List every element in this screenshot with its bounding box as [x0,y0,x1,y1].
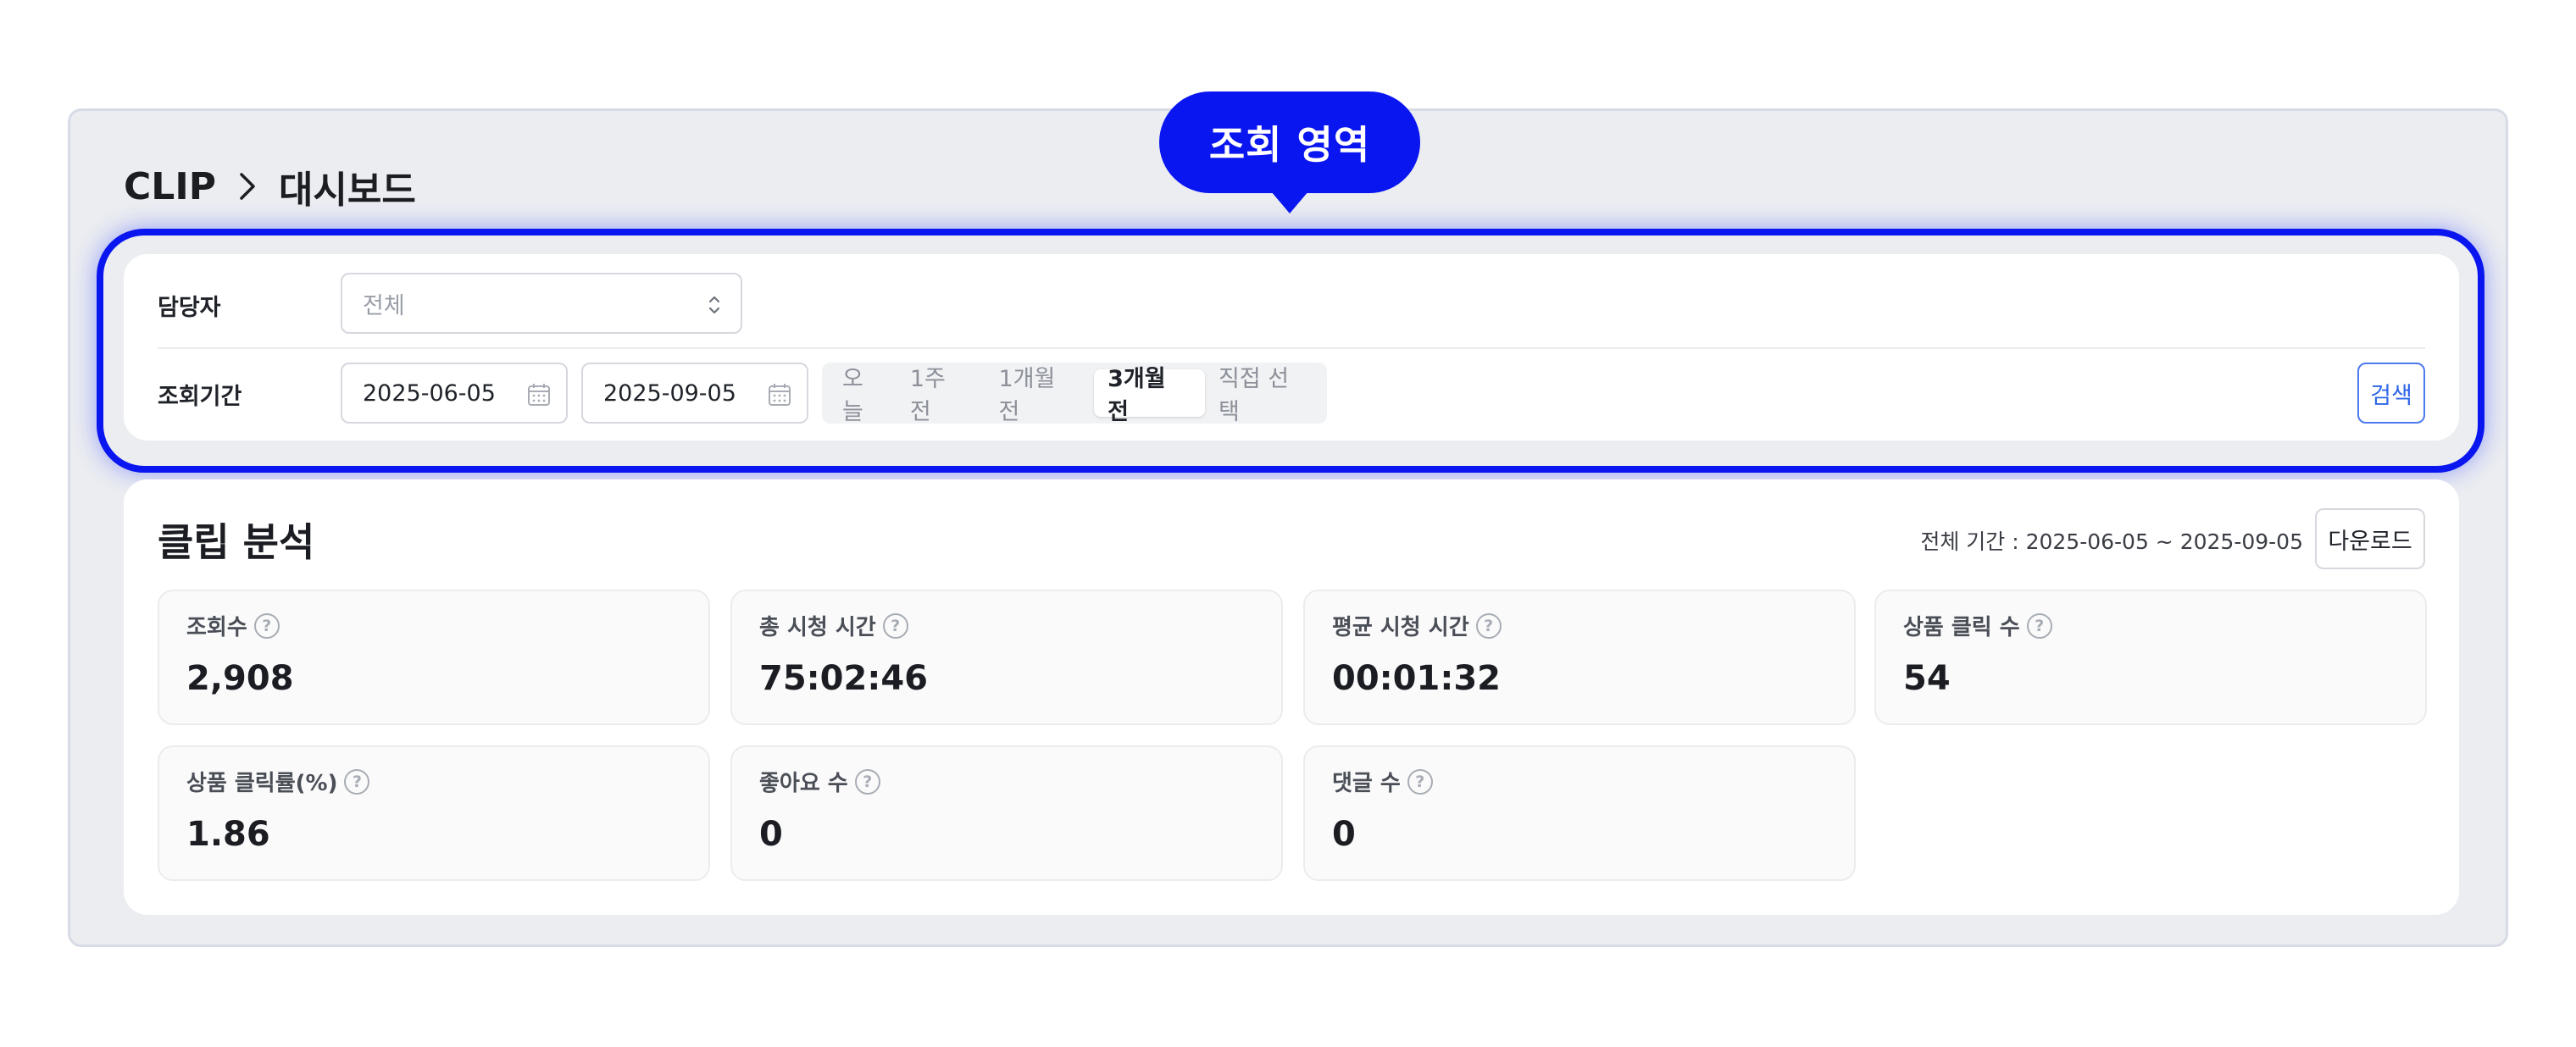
chevron-up-down-icon [708,296,720,314]
metric-label: 총 시청 시간 [759,615,876,640]
metric-label: 조회수 [186,615,247,640]
quick-range-segment: 오늘 1주 전 1개월 전 3개월 전 직접 선택 [822,363,1327,425]
metric-value: 75:02:46 [759,659,928,698]
download-button[interactable]: 다운로드 [2315,508,2425,569]
manager-label: 담당자 [158,295,221,321]
metric-card-product-ctr: 상품 클릭률(%)? 1.86 [158,745,710,881]
start-date-value: 2025-06-05 [363,379,496,407]
search-button[interactable]: 검색 [2357,363,2425,424]
calendar-icon [769,384,791,406]
period-label: 조회기간 [158,384,242,410]
metric-label: 평균 시청 시간 [1332,615,1469,640]
metric-card-avg-watch-time: 평균 시청 시간? 00:01:32 [1303,590,1856,725]
metric-card-likes: 좋아요 수? 0 [730,745,1283,881]
manager-select[interactable]: 전체 [341,273,742,334]
help-icon[interactable]: ? [344,768,370,795]
breadcrumb-current: 대시보드 [278,169,416,212]
metric-label: 좋아요 수 [759,771,848,796]
end-date-value: 2025-09-05 [603,379,736,407]
range-3month-button[interactable]: 3개월 전 [1094,366,1206,425]
metric-value: 2,908 [186,659,294,698]
analysis-period: 전체 기간 : 2025-06-05 ~ 2025-09-05 [1920,529,2303,554]
metric-card-product-clicks: 상품 클릭 수? 54 [1874,590,2427,725]
range-1month-button[interactable]: 1개월 전 [985,366,1095,425]
search-area-tooltip: 조회 영역 [1159,91,1420,193]
calendar-icon [528,384,550,406]
metric-label: 상품 클릭 수 [1903,615,2020,640]
metric-value: 1.86 [186,815,270,854]
breadcrumb: CLIP 대시보드 [124,161,416,213]
metric-card-views: 조회수? 2,908 [158,590,710,725]
metric-card-comments: 댓글 수? 0 [1303,745,1856,881]
range-1week-button[interactable]: 1주 전 [897,366,985,425]
tooltip-tail [1271,191,1308,213]
start-date-input[interactable]: 2025-06-05 [341,363,568,424]
metric-label: 댓글 수 [1332,771,1401,796]
metric-value: 0 [1332,815,1356,854]
metric-value: 00:01:32 [1332,659,1501,698]
metric-label: 상품 클릭률(%) [186,771,338,796]
range-custom-button[interactable]: 직접 선택 [1205,366,1320,425]
help-icon[interactable]: ? [1407,768,1433,795]
manager-select-value: 전체 [363,292,405,319]
metric-card-total-watch-time: 총 시청 시간? 75:02:46 [730,590,1283,725]
help-icon[interactable]: ? [1475,612,1502,639]
chevron-right-icon [235,168,260,205]
filter-divider [158,347,2425,349]
help-icon[interactable]: ? [854,768,880,795]
analysis-title: 클립 분석 [158,519,315,565]
help-icon[interactable]: ? [2026,612,2052,639]
range-today-button[interactable]: 오늘 [829,366,897,425]
end-date-input[interactable]: 2025-09-05 [581,363,808,424]
help-icon[interactable]: ? [882,612,908,639]
help-icon[interactable]: ? [253,612,280,639]
metric-value: 0 [759,815,783,854]
metric-value: 54 [1903,659,1951,698]
breadcrumb-root[interactable]: CLIP [124,165,216,208]
